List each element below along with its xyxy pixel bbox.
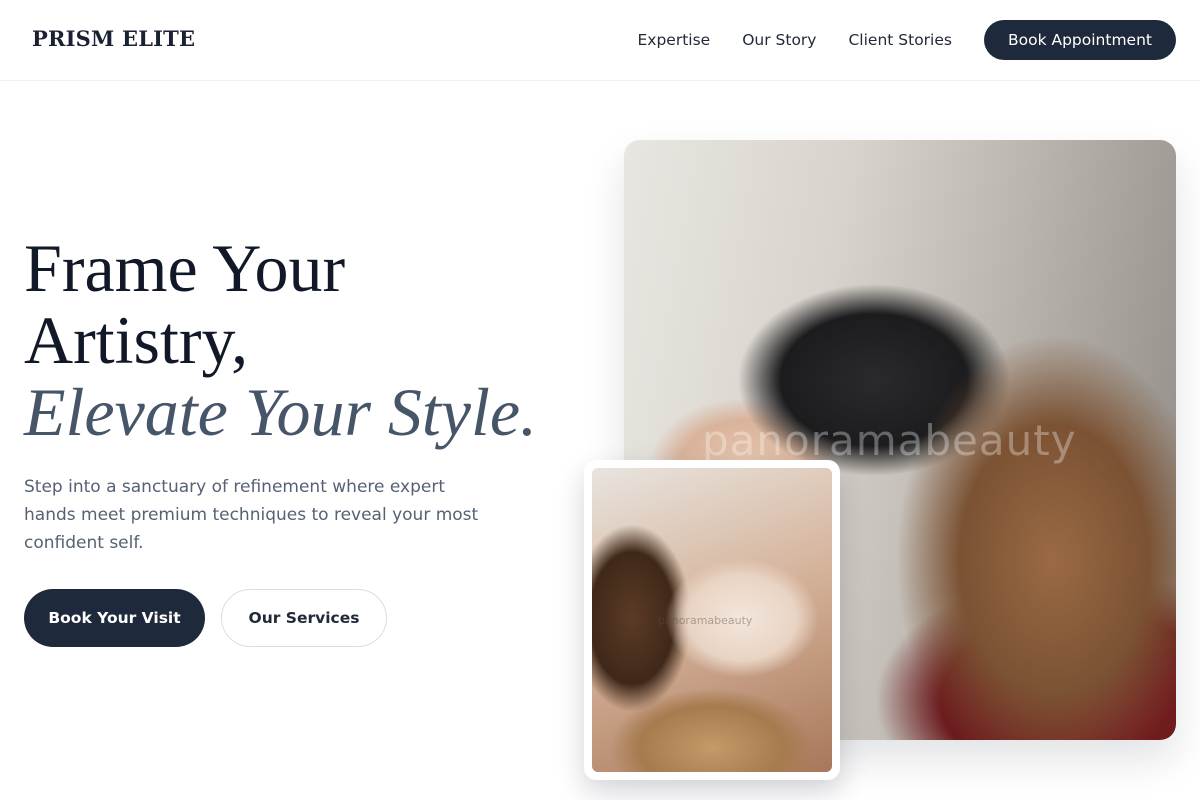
our-services-button[interactable]: Our Services xyxy=(221,589,387,647)
book-your-visit-button[interactable]: Book Your Visit xyxy=(24,589,205,647)
hero-title-accent: Elevate Your Style. xyxy=(24,374,538,450)
site-header: PRISM ELITE Expertise Our Story Client S… xyxy=(0,0,1200,81)
photo-watermark: panoramabeauty xyxy=(702,416,1077,465)
book-appointment-button[interactable]: Book Appointment xyxy=(983,20,1176,60)
lash-treatment-photo: panoramabeauty xyxy=(592,468,832,772)
main-nav: Expertise Our Story Client Stories Book … xyxy=(637,20,1176,60)
hero-title-line-2: Artistry, xyxy=(24,302,249,378)
hero-title: Frame Your Artistry, Elevate Your Style. xyxy=(24,232,604,448)
lash-treatment-photo-card: panoramabeauty xyxy=(584,460,840,780)
nav-link-expertise[interactable]: Expertise xyxy=(637,31,710,49)
nav-link-client-stories[interactable]: Client Stories xyxy=(848,31,952,49)
hero-description: Step into a sanctuary of refinement wher… xyxy=(24,477,479,553)
brand-logo[interactable]: PRISM ELITE xyxy=(32,26,195,51)
inset-photo-watermark: panoramabeauty xyxy=(658,614,753,627)
nav-link-our-story[interactable]: Our Story xyxy=(742,31,816,49)
hero-title-line-1: Frame Your xyxy=(24,230,346,306)
